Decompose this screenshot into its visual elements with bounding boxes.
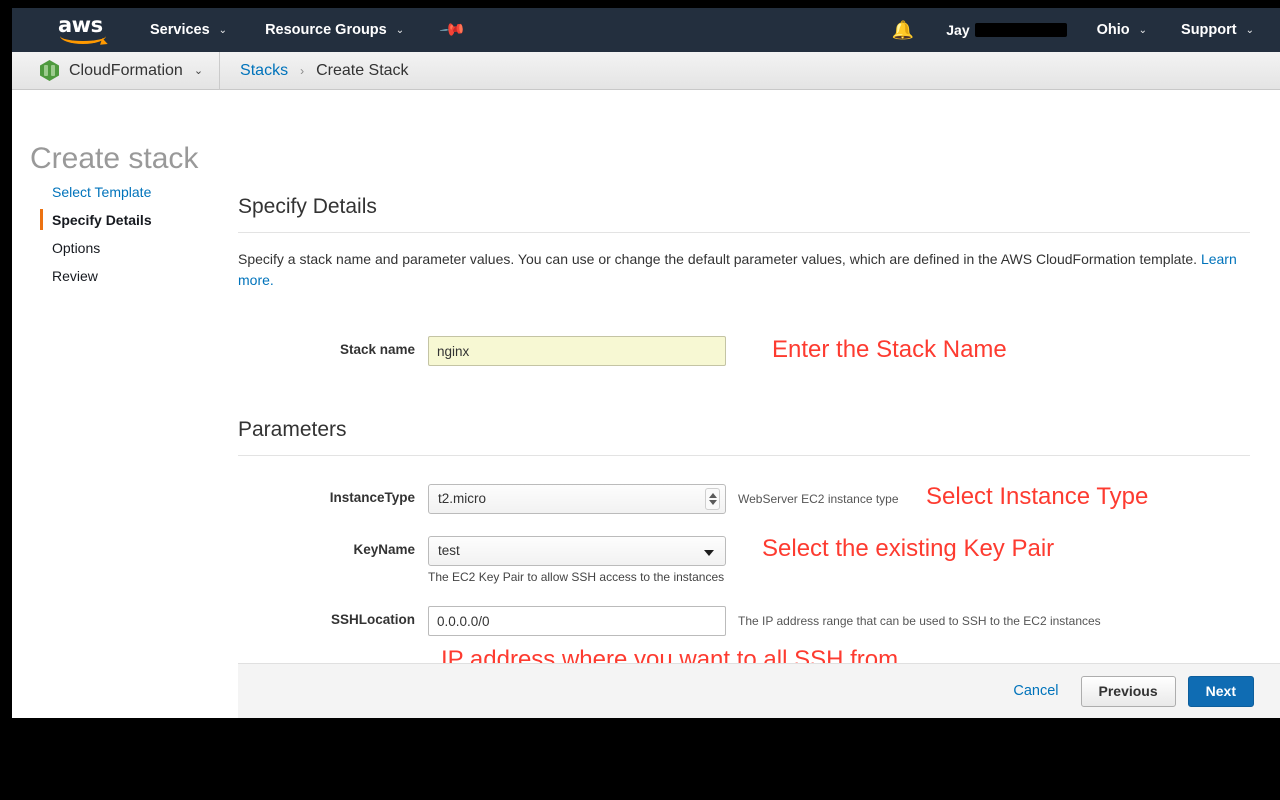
account-name-label: Jay [946, 22, 970, 38]
sidebar-item-review[interactable]: Review [40, 262, 230, 290]
ssh-location-field-col [428, 606, 726, 636]
specify-details-heading: Specify Details [238, 195, 377, 218]
cloudformation-icon [40, 60, 59, 81]
service-selector[interactable]: CloudFormation ⌄ [12, 51, 221, 90]
breadcrumb-bar: CloudFormation ⌄ Stacks › Create Stack [12, 51, 1280, 90]
annotation-stack-name: Enter the Stack Name [772, 336, 1007, 363]
chevron-down-icon: ⌄ [1138, 24, 1148, 36]
breadcrumb: Stacks › Create Stack [220, 62, 409, 80]
next-button[interactable]: Next [1187, 675, 1254, 707]
service-name-label: CloudFormation [69, 61, 183, 79]
chevron-down-icon: ⌄ [218, 24, 228, 36]
chevron-down-icon: ⌄ [1245, 24, 1254, 36]
sidebar-item-label: Select Template [52, 184, 152, 200]
nav-resource-groups[interactable]: Resource Groups ⌄ [265, 22, 404, 38]
nav-region[interactable]: Ohio ⌄ [1097, 22, 1147, 38]
nav-services-label: Services [150, 22, 210, 38]
parameter-row-ssh-location: SSHLocation The IP address range that ca… [238, 606, 1264, 673]
sidebar-item-label: Specify Details [52, 212, 152, 228]
parameter-row-instance-type: InstanceType t2.micro WebServer EC2 inst… [238, 483, 1264, 514]
wizard-steps: Select Template Specify Details Options … [40, 178, 230, 290]
ssh-location-input[interactable] [428, 606, 726, 636]
key-name-label: KeyName [353, 542, 415, 557]
stack-name-field-col [428, 336, 726, 366]
parameter-row-key-name: KeyName test The EC2 Key Pair to allow S… [238, 535, 1264, 584]
aws-logo[interactable]: aws [58, 15, 112, 45]
stack-name-label: Stack name [339, 342, 415, 357]
sidebar-item-specify-details[interactable]: Specify Details [40, 206, 230, 234]
sidebar-item-label: Review [52, 268, 98, 284]
aws-smile-icon [60, 33, 106, 44]
key-name-value: test [438, 543, 460, 558]
chevron-down-icon: ⌄ [193, 65, 204, 77]
divider [238, 455, 1250, 456]
sidebar-item-options[interactable]: Options [40, 234, 230, 262]
nav-resource-groups-label: Resource Groups [265, 22, 387, 38]
annotation-instance-type: Select Instance Type [926, 483, 1149, 510]
specify-details-description: Specify a stack name and parameter value… [238, 249, 1250, 291]
instance-type-field-col: t2.micro [428, 484, 726, 514]
instance-type-hint: WebServer EC2 instance type [738, 492, 899, 506]
nav-support-label: Support [1181, 22, 1237, 38]
wizard-footer: Cancel Previous Next [238, 663, 1280, 718]
bell-icon[interactable]: 🔔 [892, 20, 914, 41]
browser-viewport: aws Services ⌄ Resource Groups ⌄ 📌 🔔 Jay… [12, 8, 1280, 718]
nav-support[interactable]: Support ⌄ [1181, 22, 1254, 38]
key-name-sub-hint: The EC2 Key Pair to allow SSH access to … [428, 570, 725, 584]
ssh-location-hint: The IP address range that can be used to… [738, 614, 1101, 628]
annotation-key-name: Select the existing Key Pair [762, 535, 1055, 562]
sidebar-item-select-template[interactable]: Select Template [40, 178, 230, 206]
parameters-heading: Parameters [238, 418, 347, 441]
instance-type-select[interactable]: t2.micro [428, 484, 726, 514]
breadcrumb-separator-icon: › [300, 63, 305, 78]
cancel-button[interactable]: Cancel [1013, 683, 1058, 699]
stepper-icon[interactable] [705, 488, 720, 510]
aws-top-nav: aws Services ⌄ Resource Groups ⌄ 📌 🔔 Jay… [12, 8, 1280, 52]
key-name-select[interactable]: test [428, 536, 726, 566]
nav-right-group: 🔔 Jay Ohio ⌄ Support ⌄ [892, 20, 1280, 41]
main-content: Specify Details Specify a stack name and… [238, 172, 1264, 718]
page-title: Create stack [30, 142, 199, 176]
nav-services[interactable]: Services ⌄ [150, 22, 227, 38]
nav-region-label: Ohio [1096, 22, 1130, 38]
pin-icon[interactable]: 📌 [438, 16, 467, 45]
chevron-down-icon: ⌄ [395, 24, 405, 36]
previous-button[interactable]: Previous [1080, 675, 1176, 707]
instance-type-label: InstanceType [329, 490, 415, 505]
chevron-down-icon[interactable] [704, 550, 714, 556]
account-id-redacted [974, 23, 1067, 37]
ssh-location-label: SSHLocation [330, 612, 415, 627]
intro-text: Specify a stack name and parameter value… [238, 251, 1201, 267]
page-body: Create stack Select Template Specify Det… [12, 90, 1280, 718]
breadcrumb-create-stack: Create Stack [316, 61, 409, 79]
divider [238, 232, 1250, 233]
stack-name-input[interactable] [428, 336, 726, 366]
breadcrumb-stacks[interactable]: Stacks [240, 62, 288, 80]
instance-type-value: t2.micro [438, 491, 487, 506]
stack-name-row: Stack name Enter the Stack Name [238, 336, 1264, 366]
key-name-field-col: test The EC2 Key Pair to allow SSH acces… [428, 536, 726, 584]
aws-logo-text: aws [58, 13, 103, 37]
sidebar-item-label: Options [52, 240, 101, 256]
